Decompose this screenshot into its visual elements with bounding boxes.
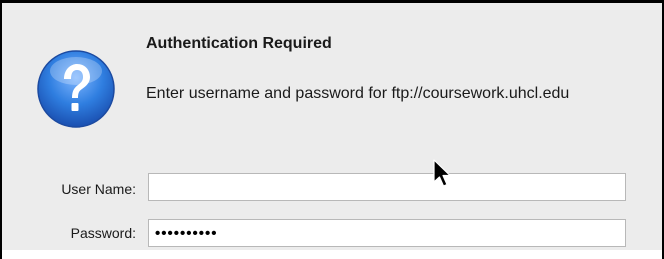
username-field[interactable] <box>148 173 626 201</box>
password-field[interactable] <box>148 219 626 247</box>
username-label: User Name: <box>61 181 136 197</box>
bottom-edge <box>2 250 662 259</box>
mouse-pointer-icon <box>433 159 451 187</box>
question-icon <box>37 50 115 128</box>
password-label: Password: <box>70 225 136 241</box>
auth-dialog: Authentication Required Enter username a… <box>0 0 664 259</box>
dialog-title: Authentication Required <box>146 35 332 52</box>
dialog-message: Enter username and password for ftp://co… <box>146 85 570 102</box>
